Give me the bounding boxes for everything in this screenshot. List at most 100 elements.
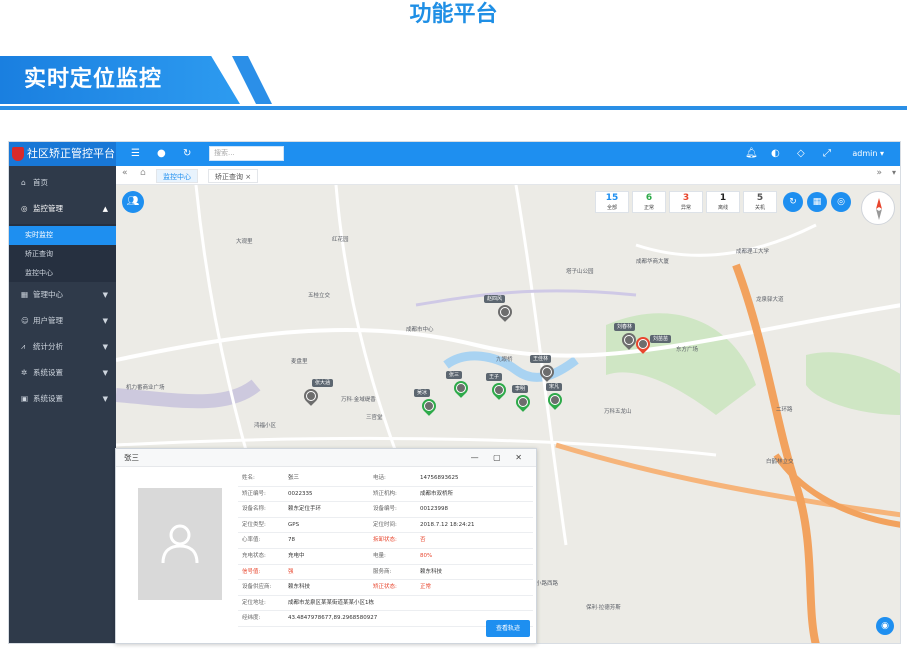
person-detail-dialog: 张三 — ▢ ✕ 姓名: 张三 电话: 14756893625 矫正编号: 0022335… (115, 448, 537, 644)
person-photo (138, 488, 222, 600)
tabs-menu-icon[interactable]: ▾ (892, 168, 896, 177)
map-label: 万科五龙山 (604, 409, 632, 415)
view-track-button[interactable]: 查看轨迹 (486, 620, 530, 637)
info-key: 心率值: (242, 537, 261, 544)
avatar-icon (550, 395, 560, 405)
sidebar-item-users[interactable]: ☺ 用户管理 ▼ (9, 308, 116, 334)
info-value: 赖东定位手环 (288, 506, 322, 513)
refresh-icon[interactable]: ↻ (183, 142, 191, 166)
menu-icon[interactable]: ☰ (131, 142, 140, 166)
person-pin[interactable] (495, 302, 515, 323)
map-label: 五桂立交 (308, 293, 331, 299)
info-row: 设备名称: 赖东定位手环 设备编号: 00123998 (238, 502, 533, 518)
emblem-icon (12, 147, 24, 161)
avatar-icon (624, 335, 634, 345)
pin-label: 张大涵 (312, 379, 334, 387)
layers-button[interactable]: ▦ (807, 192, 827, 212)
map-label: 万科·金域缇香 (341, 397, 376, 403)
app-logo[interactable]: 社区矫正管控平台 (9, 142, 116, 166)
submenu-item-query[interactable]: 矫正查询 (9, 245, 116, 264)
info-value: 14756893625 (420, 475, 459, 481)
chevron-down-icon: ▼ (102, 291, 108, 299)
search-input[interactable]: 搜索... (209, 146, 284, 161)
info-row: 定位地址: 成都市龙泉区某某街道某某小区1栋 (238, 596, 533, 612)
refresh-map-button[interactable]: ↻ (783, 192, 803, 212)
target-button[interactable]: ◎ (831, 192, 851, 212)
palette-icon[interactable]: ◐ (771, 142, 780, 166)
map-label: 成都华商大厦 (636, 259, 670, 265)
stat-normal[interactable]: 6 正常 (632, 191, 666, 213)
info-key: 信号值: (242, 568, 261, 575)
sidebar-item-settings[interactable]: ▣ 系统设置 ▼ (9, 386, 116, 412)
pin-label: 张三 (446, 371, 463, 379)
submenu-item-center[interactable]: 监控中心 (9, 264, 116, 283)
dialog-title: 张三 (124, 453, 139, 462)
submenu-item-realtime[interactable]: 实时监控 (9, 226, 116, 245)
stat-shutdown[interactable]: 5 关机 (743, 191, 777, 213)
avatar-icon (424, 401, 434, 411)
fullscreen-icon[interactable]: ⤢ (823, 142, 831, 166)
sidebar-item-home[interactable]: ⌂ 首页 (9, 170, 116, 196)
pin-label: 刘苗苗 (650, 335, 672, 343)
tab-correction-query[interactable]: 矫正查询 × (208, 169, 259, 183)
globe-icon[interactable]: ● (157, 142, 166, 166)
banner-divider (0, 106, 907, 110)
info-value: 张三 (288, 475, 300, 481)
map-label: 九眼桥 (496, 357, 513, 363)
info-key: 服务商: (373, 568, 392, 575)
info-key: 拆卸状态: (373, 537, 397, 544)
person-pin[interactable] (419, 396, 439, 417)
map-label: 三官堂 (366, 415, 383, 421)
compass-icon[interactable] (861, 191, 895, 225)
person-pin[interactable] (489, 380, 509, 401)
sidebar-item-monitor[interactable]: ◎ 监控管理 ▲ (9, 196, 116, 222)
person-pin[interactable] (513, 392, 533, 413)
user-menu[interactable]: admin ▾ (852, 142, 884, 166)
sidebar-item-management[interactable]: ▦ 管理中心 ▼ (9, 282, 116, 308)
tag-icon[interactable]: ◇ (797, 142, 805, 166)
stat-abnormal[interactable]: 3 异常 (669, 191, 703, 213)
pin-label: 王子 (486, 373, 503, 381)
banner-stripe (232, 56, 272, 104)
pin-label: 吴冰 (414, 389, 431, 397)
sidebar-item-system[interactable]: ✲ 系统设置 ▼ (9, 360, 116, 386)
stat-shutdown-value: 5 (756, 193, 764, 203)
chevron-down-icon: ▼ (102, 395, 108, 403)
home-tab-icon[interactable]: ⌂ (140, 168, 146, 178)
sidebar-item-label: 首页 (33, 178, 48, 187)
person-pin[interactable] (301, 386, 321, 407)
section-banner: 实时定位监控 (0, 56, 907, 114)
tab-monitor-center[interactable]: 监控中心 (156, 169, 198, 183)
person-pin[interactable] (545, 390, 565, 411)
stat-offline[interactable]: 1 离线 (706, 191, 740, 213)
person-pin[interactable] (451, 378, 471, 399)
dialog-window-controls[interactable]: — ▢ ✕ (471, 449, 528, 467)
stat-offline-label: 离线 (717, 205, 728, 211)
person-pin[interactable] (619, 330, 639, 351)
gear-icon: ✲ (21, 368, 28, 377)
chart-icon: ⩘ (21, 342, 26, 351)
avatar-icon (542, 367, 552, 377)
map-label: 成都市中心 (406, 327, 434, 333)
bell-icon[interactable]: 🔔︎ (745, 142, 758, 166)
person-pin[interactable] (537, 362, 557, 383)
section-title: 实时定位监控 (24, 67, 163, 92)
person-pin[interactable] (633, 334, 653, 355)
stat-all[interactable]: 15 全部 (595, 191, 629, 213)
tabs-prev-icon[interactable]: « (122, 168, 128, 178)
sidebar-item-stats[interactable]: ⩘ 统计分析 ▼ (9, 334, 116, 360)
people-list-button[interactable]: 👥︎ (122, 191, 144, 213)
info-row: 充电状态: 充电中 电量: 80% (238, 549, 533, 565)
map-label: 东方广场 (676, 347, 699, 353)
locate-me-button[interactable]: ◉ (876, 617, 894, 635)
chevron-down-icon: ▼ (102, 369, 108, 377)
sidebar-item-label: 管理中心 (33, 290, 63, 299)
map-label: 红花园 (332, 237, 349, 243)
info-key: 充电状态: (242, 552, 266, 559)
info-row: 设备供应商: 赖东科技 矫正状态: 正常 (238, 580, 533, 596)
pin-label: 李明 (512, 385, 529, 393)
chevron-up-icon: ▲ (102, 205, 108, 213)
stat-all-value: 15 (605, 193, 619, 203)
tabs-next-icon[interactable]: » (876, 168, 882, 178)
home-icon: ⌂ (21, 178, 26, 187)
